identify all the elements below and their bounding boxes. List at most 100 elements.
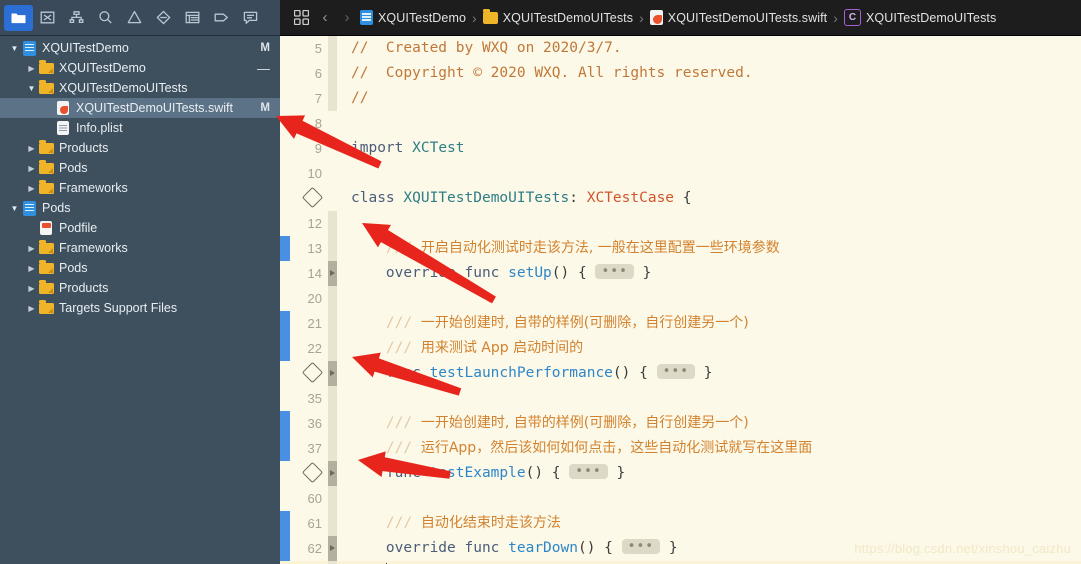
sidebar-item-frameworks[interactable]: ▶Frameworks <box>0 238 280 258</box>
back-button[interactable]: ‹ <box>314 6 336 30</box>
test-run-diamond-icon[interactable] <box>302 362 323 383</box>
code-token: import <box>351 140 403 156</box>
search-icon[interactable] <box>91 5 120 31</box>
change-bar-modified[interactable] <box>280 236 290 261</box>
chevron-down-icon[interactable]: ▼ <box>8 44 21 53</box>
code-line[interactable]: 14 override func setUp() { ••• } <box>280 261 1081 286</box>
code-line[interactable]: 20 <box>280 286 1081 311</box>
chevron-right-icon[interactable]: ▶ <box>25 144 38 153</box>
list-icon[interactable] <box>178 5 207 31</box>
test-run-diamond-icon[interactable] <box>302 462 323 483</box>
sidebar-item-podfile[interactable]: Podfile <box>0 218 280 238</box>
sidebar-item-pods[interactable]: ▼Pods <box>0 198 280 218</box>
sidebar-item-pods[interactable]: ▶Pods <box>0 258 280 278</box>
chevron-right-icon[interactable]: ▶ <box>25 164 38 173</box>
chevron-right-icon[interactable]: ▶ <box>25 184 38 193</box>
code-line[interactable]: 7// <box>280 86 1081 111</box>
top-strip: ‹ › XQUITestDemo›XQUITestDemoUITests›XQU… <box>0 0 1081 36</box>
code-line[interactable]: 36 /// 一开始创建时, 自带的样例(可删除，自行创建另一个) <box>280 411 1081 436</box>
report-icon[interactable] <box>236 5 265 31</box>
breadcrumb-item-4[interactable]: CXQUITestDemoUITests <box>842 6 998 30</box>
change-bar-modified[interactable] <box>280 436 290 461</box>
hierarchy-icon[interactable] <box>62 5 91 31</box>
code-fold-arrow-icon[interactable] <box>328 461 337 486</box>
source-editor[interactable]: 5// Created by WXQ on 2020/3/7.6// Copyr… <box>280 36 1081 564</box>
folder-icon[interactable] <box>4 5 33 31</box>
code-line[interactable]: 60 <box>280 486 1081 511</box>
file-type-icon <box>38 83 54 94</box>
code-line[interactable]: func testLaunchPerformance() { ••• } <box>280 361 1081 386</box>
version-control-icon[interactable] <box>33 5 62 31</box>
change-bar-modified[interactable] <box>280 336 290 361</box>
sidebar-item-pods[interactable]: ▶ Pods <box>0 158 280 178</box>
code-line[interactable]: 12 <box>280 211 1081 236</box>
sidebar-item-xquitestdemo[interactable]: ▶XQUITestDemo— <box>0 58 280 78</box>
change-bar-modified[interactable] <box>280 536 290 561</box>
code-line[interactable]: func testExample() { ••• } <box>280 461 1081 486</box>
test-diamond-icon[interactable] <box>149 5 178 31</box>
test-run-diamond-icon[interactable] <box>290 190 328 207</box>
change-bar-modified[interactable] <box>280 511 290 536</box>
project-icon <box>23 41 36 56</box>
code-line[interactable]: 8 <box>280 111 1081 136</box>
code-fold-arrow-icon[interactable] <box>328 261 337 286</box>
sidebar-item-targets-support-files[interactable]: ▶Targets Support Files <box>0 298 280 318</box>
breadcrumb-item-label: XQUITestDemoUITests <box>866 11 996 25</box>
sidebar-item-frameworks[interactable]: ▶Frameworks <box>0 178 280 198</box>
code-line[interactable]: 9import XCTest <box>280 136 1081 161</box>
warning-triangle-icon[interactable] <box>120 5 149 31</box>
code-line[interactable]: 35 <box>280 386 1081 411</box>
watermark-text: https://blog.csdn.net/xinshou_caizhu <box>854 541 1071 556</box>
test-run-diamond-icon[interactable] <box>290 365 328 382</box>
code-fold-arrow-icon[interactable] <box>328 536 337 561</box>
code-line[interactable]: 22 /// 用来测试 App 启动时间的 <box>280 336 1081 361</box>
line-number: 20 <box>290 291 328 306</box>
code-token: 一开始创建时, 自带的样例(可删除，自行创建另一个) <box>421 415 749 431</box>
sidebar-item-xquitestdemo[interactable]: ▼XQUITestDemoM <box>0 38 280 58</box>
chevron-right-icon[interactable]: ▶ <box>25 244 38 253</box>
breadcrumb-item-2[interactable]: XQUITestDemoUITests <box>481 6 635 30</box>
collapsed-body-pill[interactable]: ••• <box>569 464 607 479</box>
change-bar-modified[interactable] <box>280 311 290 336</box>
chevron-right-icon[interactable]: ▶ <box>25 284 38 293</box>
code-line[interactable]: 13 /// 开启自动化测试时走该方法, 一般在这里配置一些环境参数 <box>280 236 1081 261</box>
tag-icon[interactable] <box>207 5 236 31</box>
code-lines[interactable]: 5// Created by WXQ on 2020/3/7.6// Copyr… <box>280 36 1081 564</box>
breadcrumb-item-3[interactable]: XQUITestDemoUITests.swift <box>648 6 829 30</box>
sidebar-item-label: Pods <box>59 161 88 175</box>
collapsed-body-pill[interactable]: ••• <box>622 539 660 554</box>
collapsed-body-pill[interactable]: ••• <box>657 364 695 379</box>
code-fold-arrow-icon[interactable] <box>328 361 337 386</box>
scm-status-badge: — <box>249 61 270 76</box>
breadcrumb-item-1[interactable]: XQUITestDemo <box>358 6 468 30</box>
code-line[interactable]: 37 /// 运行App，然后该如何如何点击，这些自动化测试就写在这里面 <box>280 436 1081 461</box>
sidebar-item-xquitestdemouitests-swift[interactable]: XQUITestDemoUITests.swiftM <box>0 98 280 118</box>
code-token: } <box>695 365 712 381</box>
sidebar-item-label: Products <box>59 141 108 155</box>
chevron-down-icon[interactable]: ▼ <box>8 204 21 213</box>
chevron-right-icon[interactable]: ▶ <box>25 304 38 313</box>
code-line[interactable]: 10 <box>280 161 1081 186</box>
sidebar-item-xquitestdemouitests[interactable]: ▼XQUITestDemoUITests <box>0 78 280 98</box>
chevron-right-icon[interactable]: ▶ <box>25 64 38 73</box>
collapsed-body-pill[interactable]: ••• <box>595 264 633 279</box>
chevron-down-icon[interactable]: ▼ <box>25 84 38 93</box>
sidebar-item-info-plist[interactable]: Info.plist <box>0 118 280 138</box>
code-line[interactable]: 61 /// 自动化结束时走该方法 <box>280 511 1081 536</box>
related-items-grid-icon[interactable] <box>288 6 314 30</box>
line-number: 14 <box>290 266 328 281</box>
code-line[interactable]: 21 /// 一开始创建时, 自带的样例(可删除，自行创建另一个) <box>280 311 1081 336</box>
code-line[interactable]: class XQUITestDemoUITests: XCTestCase { <box>280 186 1081 211</box>
project-navigator[interactable]: ▼XQUITestDemoM▶XQUITestDemo—▼XQUITestDem… <box>0 36 280 564</box>
code-line[interactable]: 6// Copyright © 2020 WXQ. All rights res… <box>280 61 1081 86</box>
code-line[interactable]: 5// Created by WXQ on 2020/3/7. <box>280 36 1081 61</box>
test-run-diamond-icon[interactable] <box>302 187 323 208</box>
change-bar-modified[interactable] <box>280 411 290 436</box>
code-token: /// <box>351 315 421 331</box>
chevron-right-icon[interactable]: ▶ <box>25 264 38 273</box>
sidebar-item-products[interactable]: ▶ Products <box>0 138 280 158</box>
sidebar-item-products[interactable]: ▶Products <box>0 278 280 298</box>
code-text: /// 一开始创建时, 自带的样例(可删除，自行创建另一个) <box>337 411 749 436</box>
forward-button[interactable]: › <box>336 6 358 30</box>
test-run-diamond-icon[interactable] <box>290 465 328 482</box>
